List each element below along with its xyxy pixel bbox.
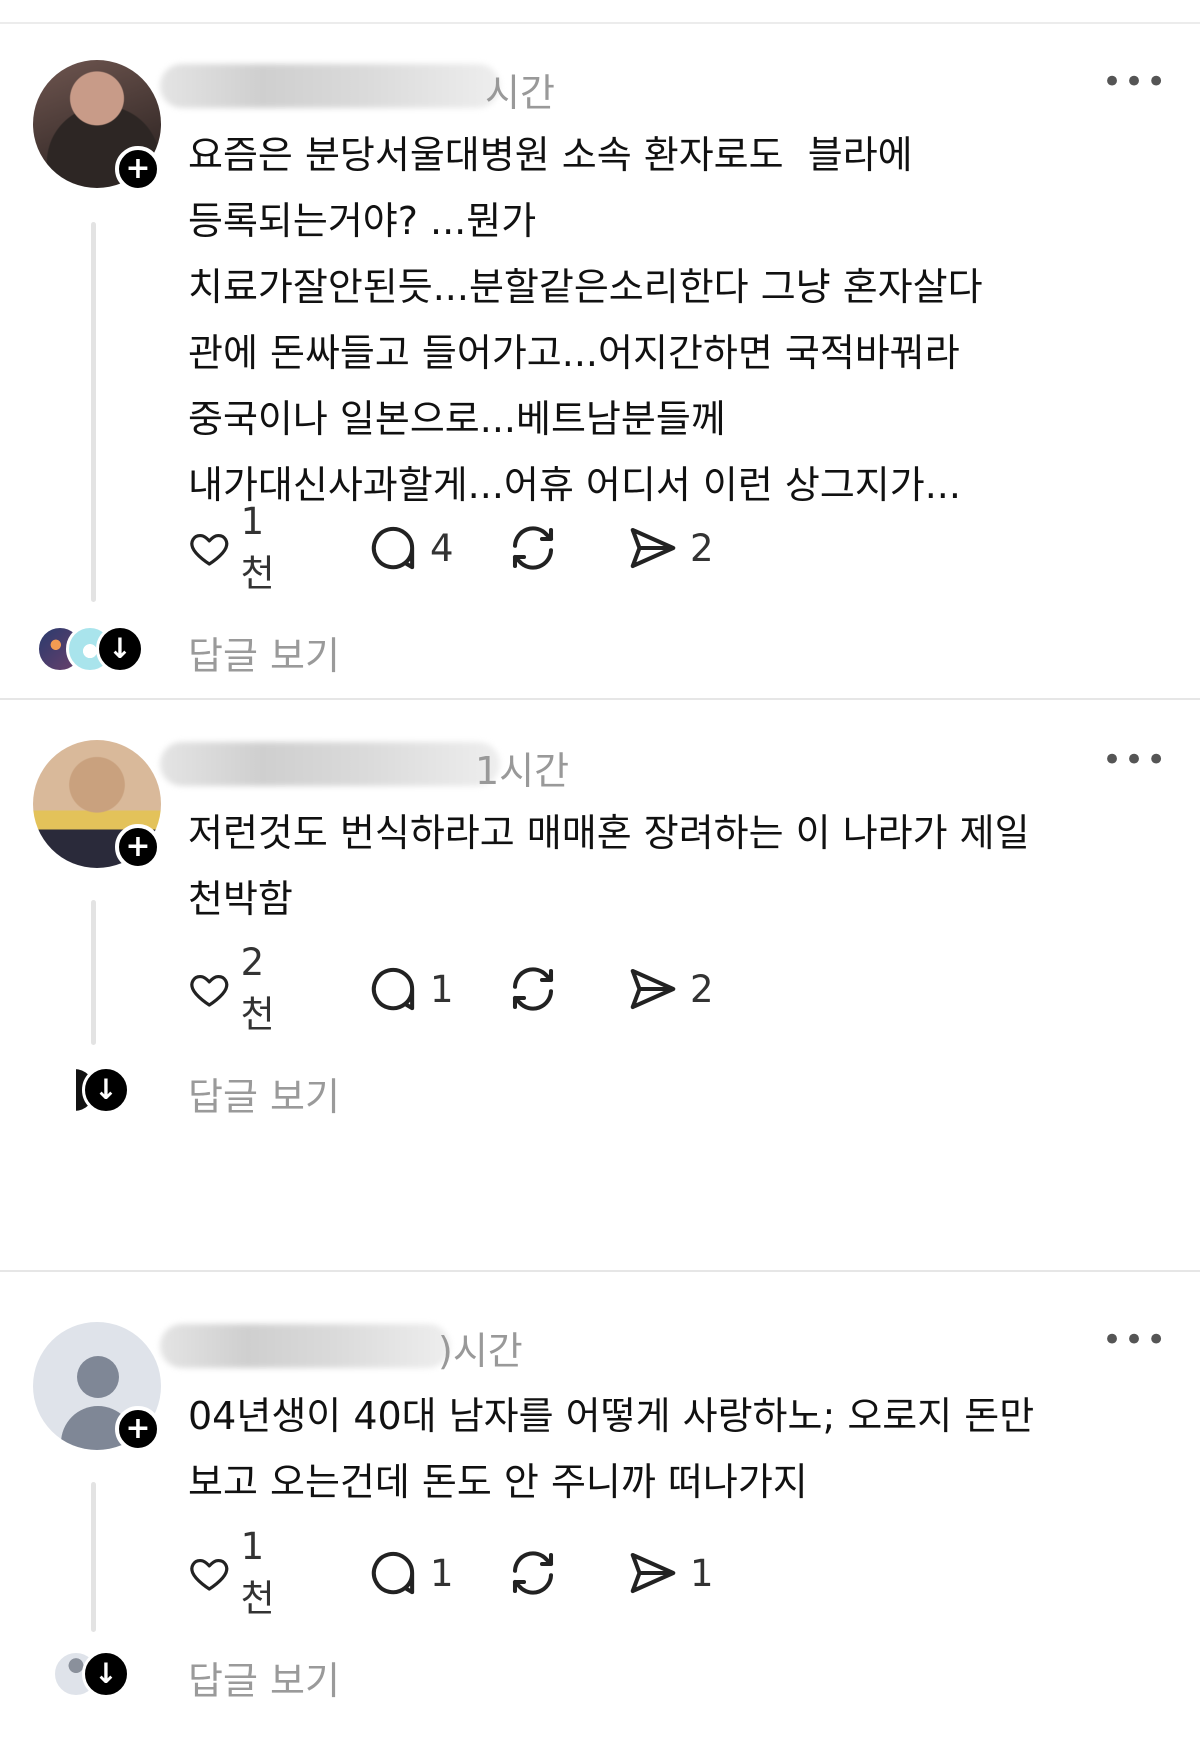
username-blurred[interactable] — [160, 64, 500, 108]
repost-button[interactable] — [506, 520, 560, 576]
arrow-down-icon[interactable]: ↓ — [82, 1066, 130, 1114]
post-text: 저런것도 번식하라고 매매혼 장려하는 이 나라가 제일 천박함 — [188, 811, 1030, 921]
view-replies-link[interactable]: 답글 보기 — [188, 1066, 340, 1121]
send-icon — [630, 1552, 676, 1594]
repost-button[interactable] — [506, 961, 560, 1017]
heart-icon — [190, 533, 229, 566]
share-button[interactable]: 1 — [626, 1545, 714, 1601]
heart-icon — [190, 974, 229, 1007]
thread-line — [91, 222, 96, 602]
comment-count: 1 — [430, 1551, 454, 1595]
comment-button[interactable]: 1 — [366, 1545, 454, 1601]
post-time: )시간 — [438, 1329, 523, 1373]
follow-plus-icon[interactable]: + — [115, 146, 161, 192]
repost-button[interactable] — [506, 1545, 560, 1601]
repost-icon — [512, 967, 554, 1011]
follow-plus-icon[interactable]: + — [115, 1406, 161, 1452]
thread-line — [91, 900, 96, 1045]
repost-icon — [512, 1551, 554, 1595]
like-button[interactable]: 1천 — [188, 500, 286, 595]
more-horizontal-icon[interactable]: ••• — [1102, 62, 1168, 102]
heart-icon — [190, 1558, 229, 1591]
send-icon — [630, 527, 676, 569]
arrow-down-icon[interactable]: ↓ — [96, 625, 144, 673]
default-person-icon — [77, 1356, 119, 1398]
like-button[interactable]: 1천 — [188, 1525, 286, 1620]
post-time: 시간 — [485, 71, 555, 115]
comment-button[interactable]: 4 — [366, 520, 454, 576]
follow-plus-icon[interactable]: + — [115, 824, 161, 870]
like-count: 1천 — [240, 1524, 275, 1620]
post-time: 1시간 — [475, 749, 570, 793]
share-count: 2 — [690, 967, 714, 1011]
like-count: 1천 — [240, 499, 275, 595]
comment-bubble-icon — [371, 967, 415, 1011]
view-replies-link[interactable]: 답글 보기 — [188, 625, 340, 680]
like-count: 2천 — [240, 940, 275, 1036]
comment-button[interactable]: 1 — [366, 961, 454, 1017]
share-button[interactable]: 2 — [626, 520, 714, 576]
thread-line — [91, 1482, 96, 1632]
comment-count: 1 — [430, 967, 454, 1011]
post-text: 04년생이 40대 남자를 어떻게 사랑하노; 오로지 돈만 보고 오는건데 돈… — [188, 1394, 1035, 1504]
like-button[interactable]: 2천 — [188, 941, 286, 1036]
comment-bubble-icon — [371, 1551, 415, 1595]
send-icon — [630, 968, 676, 1010]
post: + )시간 ••• 04년생이 40대 남자를 어떻게 사랑하노; 오로지 돈만… — [0, 1272, 1200, 1747]
arrow-down-icon[interactable]: ↓ — [82, 1650, 130, 1698]
share-button[interactable]: 2 — [626, 961, 714, 1017]
share-count: 2 — [690, 526, 714, 570]
view-replies-link[interactable]: 답글 보기 — [188, 1650, 340, 1705]
post: + 1시간 ••• 저런것도 번식하라고 매매혼 장려하는 이 나라가 제일 천… — [0, 700, 1200, 1140]
share-count: 1 — [690, 1551, 714, 1595]
more-horizontal-icon[interactable]: ••• — [1102, 740, 1168, 780]
post: + 시간 ••• 요즘은 분당서울대병원 소속 환자로도 블라에 등록되는거야?… — [0, 0, 1200, 700]
more-horizontal-icon[interactable]: ••• — [1102, 1320, 1168, 1360]
post-text: 요즘은 분당서울대병원 소속 환자로도 블라에 등록되는거야? ...뭔가 치료… — [188, 133, 983, 507]
repost-icon — [512, 526, 554, 570]
comment-bubble-icon — [371, 526, 415, 570]
username-blurred[interactable] — [160, 742, 500, 786]
comment-count: 4 — [430, 526, 454, 570]
username-blurred[interactable] — [160, 1324, 450, 1368]
